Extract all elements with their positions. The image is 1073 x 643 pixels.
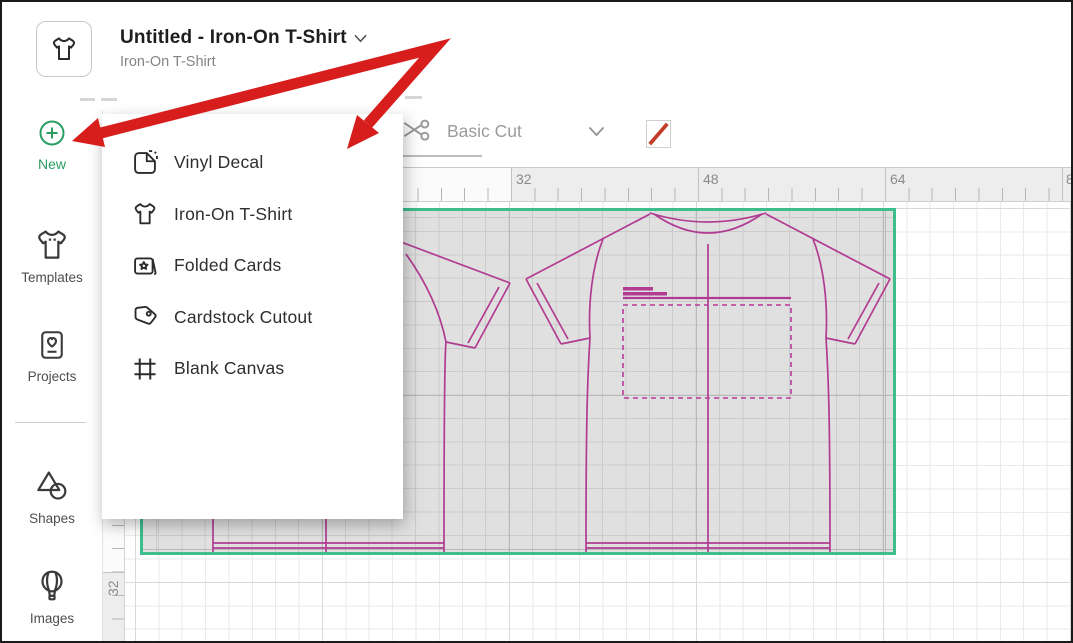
frame-icon — [130, 354, 160, 384]
new-project-dropdown: Vinyl Decal Iron-On T-Shirt Folded Cards — [102, 114, 403, 519]
ruler-label: 64 — [890, 171, 906, 187]
truncated-ui-dash — [101, 98, 117, 101]
project-type-icon-box[interactable] — [36, 21, 92, 77]
operation-select[interactable]: Basic Cut — [402, 118, 605, 144]
sidebar-item-images[interactable]: Images — [2, 567, 102, 626]
title-chevron-down-icon[interactable] — [354, 34, 367, 43]
ruler-label: 48 — [703, 171, 719, 187]
menu-item-folded-cards[interactable]: Folded Cards — [102, 240, 403, 292]
plus-circle-icon — [35, 116, 69, 150]
menu-item-vinyl-decal[interactable]: Vinyl Decal — [102, 137, 403, 189]
chevron-down-icon — [588, 126, 605, 137]
sidebar-item-label: Templates — [21, 270, 83, 285]
shapes-icon — [33, 467, 71, 505]
sidebar-item-new[interactable]: New — [2, 116, 102, 172]
truncated-ui-dash — [405, 96, 422, 99]
t-shirt-icon — [33, 226, 71, 264]
app-window: 32 48 64 8 32 — [0, 0, 1073, 643]
sidebar-item-label: Projects — [28, 369, 77, 384]
sidebar-item-label: Shapes — [29, 511, 75, 526]
tag-icon — [130, 302, 160, 332]
t-shirt-icon — [130, 199, 160, 229]
menu-item-label: Folded Cards — [174, 255, 281, 276]
sidebar-section-divider — [15, 422, 86, 423]
ruler-label: 32 — [516, 171, 532, 187]
project-card-icon — [34, 327, 70, 363]
menu-item-label: Vinyl Decal — [174, 152, 263, 173]
sidebar-item-templates[interactable]: Templates — [2, 226, 102, 285]
truncated-ui-dash — [80, 98, 95, 101]
no-color-diagonal-icon — [647, 120, 670, 148]
menu-item-label: Blank Canvas — [174, 358, 284, 379]
ruler-label: 32 — [105, 576, 121, 596]
sidebar-item-label: New — [38, 156, 66, 172]
no-color-swatch[interactable] — [646, 120, 671, 148]
project-title: Untitled - Iron-On T-Shirt — [120, 27, 347, 49]
menu-item-iron-on-t-shirt[interactable]: Iron-On T-Shirt — [102, 189, 403, 241]
menu-item-label: Iron-On T-Shirt — [174, 204, 292, 225]
balloon-icon — [33, 567, 71, 605]
t-shirt-icon — [49, 34, 79, 64]
vinyl-decal-icon — [130, 148, 160, 178]
folded-card-icon — [130, 251, 160, 281]
sidebar-item-projects[interactable]: Projects — [2, 327, 102, 384]
menu-item-blank-canvas[interactable]: Blank Canvas — [102, 343, 403, 395]
sidebar-item-shapes[interactable]: Shapes — [2, 467, 102, 526]
project-subtitle: Iron-On T-Shirt — [120, 54, 367, 70]
menu-item-label: Cardstock Cutout — [174, 307, 312, 328]
sidebar-item-label: Images — [30, 611, 74, 626]
scissors-icon — [402, 118, 432, 144]
truncated-ui-line — [400, 155, 482, 157]
operation-label: Basic Cut — [447, 121, 522, 142]
menu-item-cardstock-cutout[interactable]: Cardstock Cutout — [102, 292, 403, 344]
ruler-label: 8 — [1066, 171, 1073, 187]
